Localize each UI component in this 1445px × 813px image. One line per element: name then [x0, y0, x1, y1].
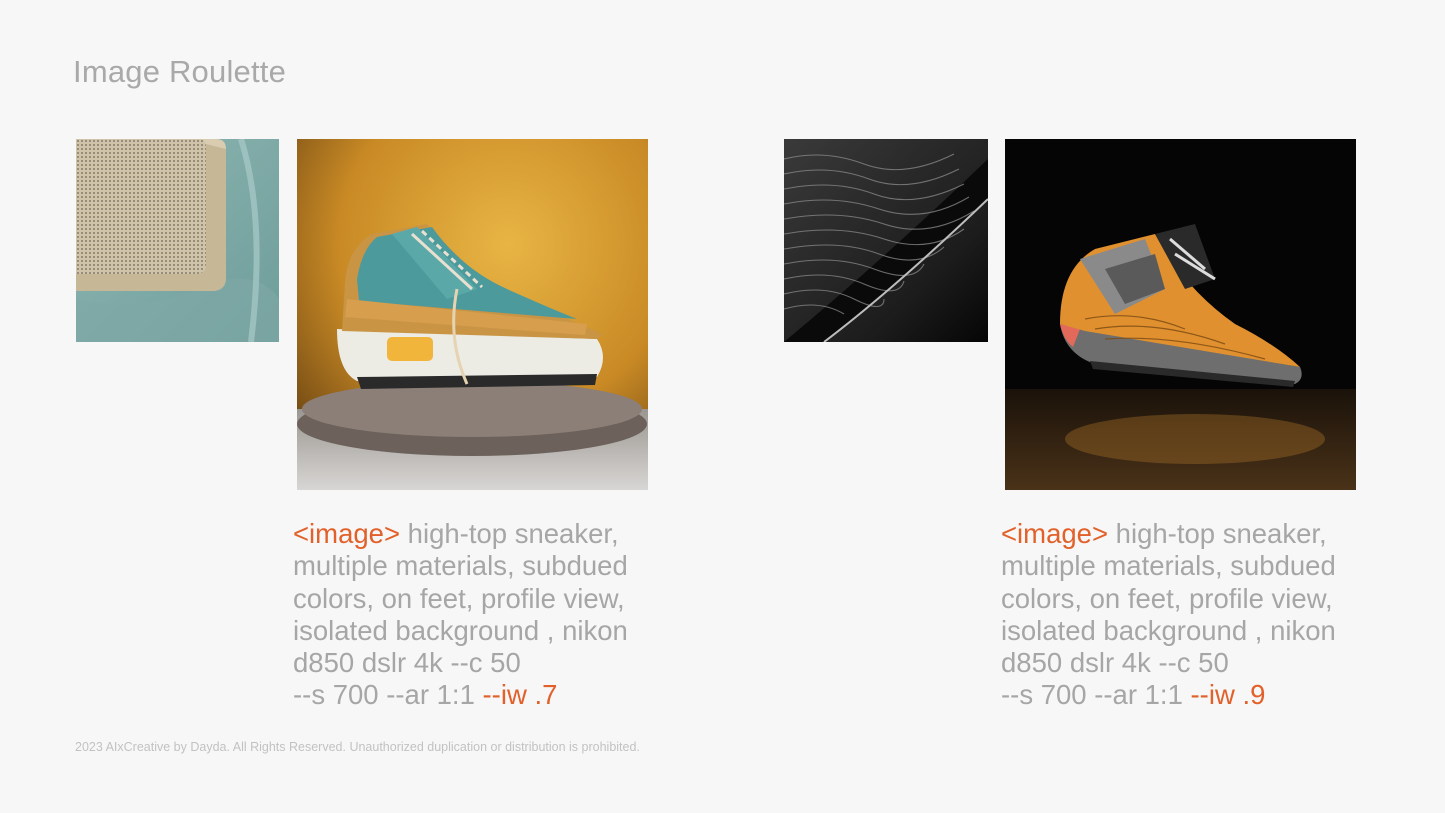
reference-image-2: [784, 139, 988, 342]
copyright-footer: 2023 AIxCreative by Dayda. All Rights Re…: [75, 740, 640, 754]
prompt-line: colors, on feet, profile view,: [1001, 582, 1333, 614]
prompt-line: isolated background , nikon: [293, 614, 628, 646]
prompt-line: --s 700 --ar 1:1: [293, 679, 483, 711]
prompt-line: isolated background , nikon: [1001, 614, 1336, 646]
image-weight-param: --iw .7: [482, 679, 558, 711]
prompt-line: d850 dslr 4k --c 50: [1001, 647, 1229, 679]
prompt-line: high-top sneaker,: [1108, 518, 1327, 549]
result-image-2: [1005, 139, 1356, 490]
prompt-text-1: <image> high-top sneaker, multiple mater…: [293, 518, 673, 712]
prompt-text-2: <image> high-top sneaker, multiple mater…: [1001, 518, 1381, 712]
reference-image-1: [76, 139, 279, 342]
page-title: Image Roulette: [73, 54, 287, 89]
image-weight-param: --iw .9: [1190, 679, 1266, 711]
prompt-line: multiple materials, subdued: [1001, 550, 1336, 582]
result-image-1: [297, 139, 648, 490]
prompt-line: --s 700 --ar 1:1: [1001, 679, 1191, 711]
prompt-line: multiple materials, subdued: [293, 550, 628, 582]
prompt-line: colors, on feet, profile view,: [293, 582, 625, 614]
prompt-line: high-top sneaker,: [400, 518, 619, 549]
image-token: <image>: [1001, 518, 1109, 549]
prompt-line: d850 dslr 4k --c 50: [293, 647, 521, 679]
image-token: <image>: [293, 518, 401, 549]
